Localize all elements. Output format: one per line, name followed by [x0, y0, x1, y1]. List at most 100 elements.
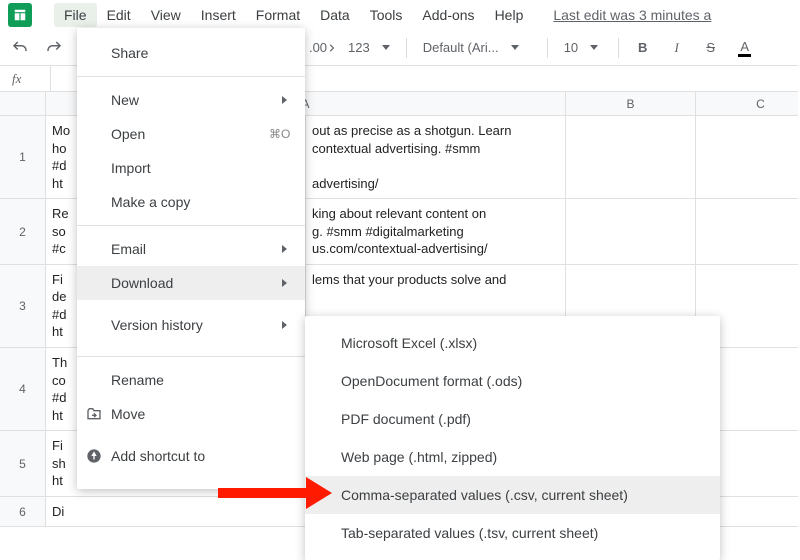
- menu-label: Share: [111, 45, 269, 62]
- menu-label: OpenDocument format (.ods): [341, 373, 714, 390]
- font-label: Default (Ari...: [423, 40, 499, 55]
- menu-help[interactable]: Help: [485, 3, 534, 27]
- separator: [50, 66, 51, 91]
- file-share[interactable]: Share: [77, 36, 305, 70]
- menu-label: Comma-separated values (.csv, current sh…: [341, 487, 714, 504]
- corner-select-all[interactable]: [0, 92, 46, 116]
- italic-button[interactable]: I: [663, 34, 691, 62]
- menu-bar: File Edit View Insert Format Data Tools …: [0, 0, 800, 30]
- submenu-caret-icon: [282, 321, 287, 329]
- file-new[interactable]: New: [77, 83, 305, 117]
- font-combo[interactable]: Default (Ari...: [417, 34, 537, 62]
- increase-decimal[interactable]: .00: [308, 34, 336, 62]
- sheets-icon: [13, 8, 27, 22]
- row-header[interactable]: 2: [0, 199, 46, 265]
- number-format-label: 123: [348, 40, 370, 55]
- file-make-copy[interactable]: Make a copy: [77, 185, 305, 219]
- menu-format[interactable]: Format: [246, 3, 310, 27]
- cell[interactable]: king about relevant content on g. #smm #…: [306, 199, 566, 265]
- shortcut-icon: [77, 448, 111, 464]
- file-download[interactable]: Download: [77, 266, 305, 300]
- sheets-logo: [8, 3, 32, 27]
- file-open[interactable]: Open⌘O: [77, 117, 305, 151]
- shortcut-label: ⌘O: [269, 127, 299, 141]
- separator: [406, 38, 407, 58]
- file-import[interactable]: Import: [77, 151, 305, 185]
- menu-addons[interactable]: Add-ons: [412, 3, 484, 27]
- file-dropdown: Share New Open⌘O Import Make a copy Emai…: [77, 28, 305, 489]
- row-header[interactable]: 4: [0, 348, 46, 431]
- last-edit-link[interactable]: Last edit was 3 minutes a: [553, 7, 711, 23]
- separator: [77, 225, 305, 226]
- menu-label: Import: [111, 160, 269, 177]
- cell[interactable]: [566, 199, 696, 265]
- col-header-b[interactable]: B: [566, 92, 696, 116]
- cell[interactable]: [566, 116, 696, 199]
- row-header[interactable]: 6: [0, 497, 46, 528]
- menu-insert[interactable]: Insert: [191, 3, 246, 27]
- menu-label: New: [111, 92, 269, 109]
- dec-inc-label: .00: [309, 40, 327, 55]
- cell[interactable]: [696, 199, 800, 265]
- menu-label: Move: [111, 406, 269, 423]
- file-email[interactable]: Email: [77, 232, 305, 266]
- menu-label: Email: [111, 241, 269, 258]
- chevron-down-icon: [382, 45, 390, 50]
- submenu-caret-icon: [282, 245, 287, 253]
- menu-data[interactable]: Data: [310, 3, 360, 27]
- undo-icon: [11, 39, 29, 57]
- text-color-label: A: [738, 39, 751, 57]
- file-add-shortcut[interactable]: Add shortcut to: [77, 431, 305, 481]
- strike-button[interactable]: S: [697, 34, 725, 62]
- submenu-caret-icon: [282, 96, 287, 104]
- fx-label: fx: [12, 71, 50, 87]
- undo-button[interactable]: [6, 34, 34, 62]
- menu-label: Version history: [111, 317, 269, 334]
- separator: [618, 38, 619, 58]
- menu-file[interactable]: File: [54, 3, 97, 27]
- menu-label: Download: [111, 275, 269, 292]
- redo-button[interactable]: [40, 34, 68, 62]
- download-html[interactable]: Web page (.html, zipped): [305, 438, 720, 476]
- chevron-down-icon: [590, 45, 598, 50]
- number-format-combo[interactable]: 123: [342, 34, 396, 62]
- font-size-combo[interactable]: 10: [558, 34, 608, 62]
- download-pdf[interactable]: PDF document (.pdf): [305, 400, 720, 438]
- menu-label: Add shortcut to: [111, 448, 269, 465]
- separator: [547, 38, 548, 58]
- file-move[interactable]: Move: [77, 397, 305, 431]
- download-xlsx[interactable]: Microsoft Excel (.xlsx): [305, 324, 720, 362]
- menu-edit[interactable]: Edit: [97, 3, 141, 27]
- cell[interactable]: Di: [46, 497, 306, 528]
- menu-label: Web page (.html, zipped): [341, 449, 714, 466]
- menu-label: Make a copy: [111, 194, 269, 211]
- right-arrow-icon: [327, 44, 335, 52]
- row-header[interactable]: 3: [0, 265, 46, 348]
- cell[interactable]: [696, 116, 800, 199]
- menu-label: Microsoft Excel (.xlsx): [341, 335, 714, 352]
- row-header[interactable]: 5: [0, 431, 46, 497]
- download-csv[interactable]: Comma-separated values (.csv, current sh…: [305, 476, 720, 514]
- submenu-caret-icon: [282, 279, 287, 287]
- text-color-button[interactable]: A: [731, 34, 759, 62]
- chevron-down-icon: [511, 45, 519, 50]
- cell[interactable]: out as precise as a shotgun. Learn conte…: [306, 116, 566, 199]
- menu-label: PDF document (.pdf): [341, 411, 714, 428]
- col-header-c[interactable]: C: [696, 92, 800, 116]
- menu-view[interactable]: View: [141, 3, 191, 27]
- download-submenu: Microsoft Excel (.xlsx) OpenDocument for…: [305, 316, 720, 560]
- separator: [77, 356, 305, 357]
- download-tsv[interactable]: Tab-separated values (.tsv, current shee…: [305, 514, 720, 552]
- move-icon: [77, 406, 111, 422]
- download-ods[interactable]: OpenDocument format (.ods): [305, 362, 720, 400]
- menu-label: Rename: [111, 372, 269, 389]
- redo-icon: [45, 39, 63, 57]
- file-version-history[interactable]: Version history: [77, 300, 305, 350]
- font-size-label: 10: [564, 40, 578, 55]
- menu-label: Tab-separated values (.tsv, current shee…: [341, 525, 714, 542]
- file-rename[interactable]: Rename: [77, 363, 305, 397]
- bold-button[interactable]: B: [629, 34, 657, 62]
- menu-tools[interactable]: Tools: [360, 3, 413, 27]
- row-header[interactable]: 1: [0, 116, 46, 199]
- menu-label: Open: [111, 126, 269, 143]
